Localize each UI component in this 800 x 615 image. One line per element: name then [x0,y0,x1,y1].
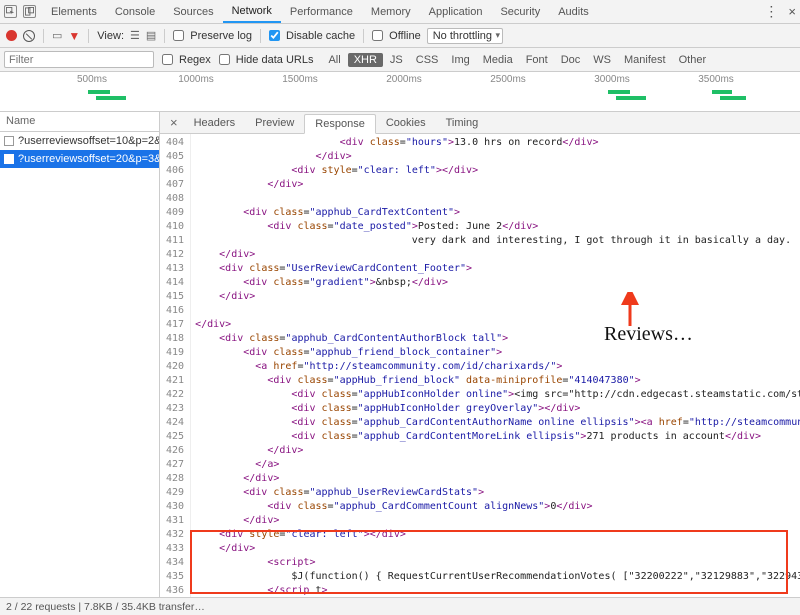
request-detail-pane: × Headers Preview Response Cookies Timin… [160,112,800,597]
detail-tab-headers[interactable]: Headers [184,114,246,132]
tab-network[interactable]: Network [223,1,281,23]
request-name: ?userreviewsoffset=10&p=2&worksh… [18,135,159,147]
type-ws[interactable]: WS [587,53,617,67]
tab-sources[interactable]: Sources [164,2,222,22]
wf-tick-label: 3000ms [594,74,630,85]
filter-toggle-icon[interactable]: ▼ [68,29,80,43]
more-menu-icon[interactable]: ⋮ [764,3,778,20]
wf-tick-label: 500ms [77,74,107,85]
wf-bar [608,90,630,94]
tab-application[interactable]: Application [420,2,492,22]
disable-cache-checkbox[interactable]: Disable cache [269,30,355,42]
request-name: ?userreviewsoffset=20&p=3&worksh… [18,153,159,165]
request-row[interactable]: ?userreviewsoffset=10&p=2&worksh… [0,132,159,150]
close-devtools-icon[interactable]: × [788,4,796,19]
detail-tab-response[interactable]: Response [304,114,376,134]
request-list-header[interactable]: Name [0,112,159,132]
capture-screenshots-icon[interactable]: ▭ [52,29,62,42]
separator [260,29,261,43]
type-all[interactable]: All [322,53,346,67]
network-toolbar: ▭ ▼ View: ☰ ▤ Preserve log Disable cache… [0,24,800,48]
tab-audits[interactable]: Audits [549,2,598,22]
wf-bar [88,90,110,94]
clear-icon[interactable] [23,30,35,42]
tab-console[interactable]: Console [106,2,164,22]
detail-tab-strip: × Headers Preview Response Cookies Timin… [160,112,800,134]
type-doc[interactable]: Doc [555,53,587,67]
wf-tick-label: 1500ms [282,74,318,85]
wf-bar [96,96,126,100]
detail-tab-timing[interactable]: Timing [436,114,489,132]
type-media[interactable]: Media [477,53,519,67]
main-tab-strip: Elements Console Sources Network Perform… [42,1,764,23]
preserve-log-label: Preserve log [190,30,252,42]
status-text: 2 / 22 requests | 7.8KB / 35.4KB transfe… [6,601,205,613]
wf-tick-label: 2000ms [386,74,422,85]
devtools-main-tabs: Elements Console Sources Network Perform… [0,0,800,24]
separator [363,29,364,43]
network-filter-bar: Regex Hide data URLs All XHR JS CSS Img … [0,48,800,72]
type-filter-strip: All XHR JS CSS Img Media Font Doc WS Man… [321,53,712,67]
type-js[interactable]: JS [384,53,409,67]
type-xhr[interactable]: XHR [348,53,383,67]
tab-security[interactable]: Security [491,2,549,22]
preserve-log-checkbox[interactable]: Preserve log [173,30,252,42]
wf-tick-label: 2500ms [490,74,526,85]
type-img[interactable]: Img [445,53,475,67]
detail-tab-cookies[interactable]: Cookies [376,114,436,132]
separator [88,29,89,43]
offline-checkbox[interactable]: Offline [372,30,421,42]
separator [164,29,165,43]
type-other[interactable]: Other [673,53,713,67]
view-label: View: [97,30,124,42]
type-css[interactable]: CSS [410,53,445,67]
request-icon [4,136,14,146]
wf-bar [616,96,646,100]
line-gutter: 404 405 406 407 408 409 410 411 412 413 … [160,134,191,597]
separator [43,29,44,43]
disable-cache-label: Disable cache [286,30,355,42]
request-row[interactable]: ?userreviewsoffset=20&p=3&worksh… [0,150,159,168]
hide-data-urls-checkbox[interactable]: Hide data URLs [219,54,314,66]
network-overview-waterfall[interactable]: 500ms 1000ms 1500ms 2000ms 2500ms 3000ms… [0,72,800,112]
request-icon [4,154,14,164]
hide-data-urls-label: Hide data URLs [236,54,314,66]
type-font[interactable]: Font [520,53,554,67]
inspect-element-icon[interactable] [4,5,17,18]
network-main-split: Name ?userreviewsoffset=10&p=2&worksh… ?… [0,112,800,597]
record-icon[interactable] [6,30,17,41]
regex-label: Regex [179,54,211,66]
filter-input[interactable] [4,51,154,68]
large-rows-icon[interactable]: ☰ [130,29,140,42]
close-detail-icon[interactable]: × [164,115,184,130]
offline-label: Offline [389,30,421,42]
response-code[interactable]: <div class="hours">13.0 hrs on record</d… [191,134,800,597]
tab-memory[interactable]: Memory [362,2,420,22]
overview-icon[interactable]: ▤ [146,29,156,42]
wf-tick-label: 1000ms [178,74,214,85]
tab-elements[interactable]: Elements [42,2,106,22]
tab-performance[interactable]: Performance [281,2,362,22]
regex-checkbox[interactable]: Regex [162,54,211,66]
wf-bar [712,90,732,94]
wf-bar [720,96,746,100]
device-toolbar-icon[interactable] [23,5,36,18]
throttling-select[interactable]: No throttling [427,28,503,44]
type-manifest[interactable]: Manifest [618,53,672,67]
wf-tick-label: 3500ms [698,74,734,85]
request-list-pane: Name ?userreviewsoffset=10&p=2&worksh… ?… [0,112,160,597]
response-body-viewer[interactable]: 404 405 406 407 408 409 410 411 412 413 … [160,134,800,597]
detail-tab-preview[interactable]: Preview [245,114,304,132]
network-status-bar: 2 / 22 requests | 7.8KB / 35.4KB transfe… [0,597,800,615]
